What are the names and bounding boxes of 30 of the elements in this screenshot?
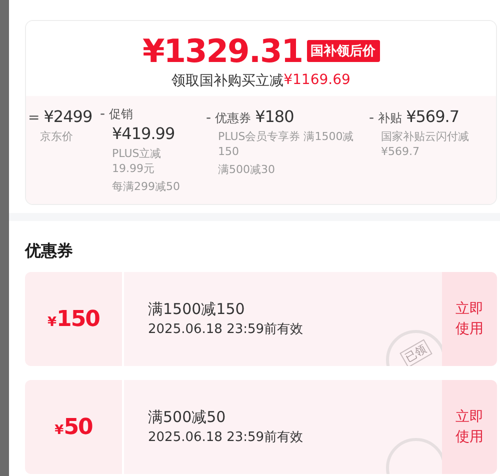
- coupon-condition: 满500减50: [148, 407, 227, 428]
- breakdown-amount: ¥419.99: [112, 124, 175, 143]
- breakdown-note: 满500减30: [218, 162, 276, 177]
- coupon-value: ¥150: [48, 306, 100, 332]
- operator-sign: =: [28, 110, 40, 126]
- breakdown-note: 每满299减50: [112, 179, 181, 194]
- breakdown-amount: ¥180: [255, 106, 294, 127]
- breakdown-amount: ¥2499: [44, 106, 92, 127]
- final-price: ¥1329.31: [142, 31, 302, 71]
- breakdown-label: 优惠券: [215, 110, 252, 127]
- breakdown-note: 京东价: [40, 129, 74, 144]
- breakdown-label: 促销: [109, 106, 134, 123]
- coupon-expiry: 2025.06.18 23:59前有效: [148, 321, 304, 339]
- coupon-expiry: 2025.06.18 23:59前有效: [148, 429, 304, 447]
- use-now-button[interactable]: 立即使用: [442, 272, 497, 366]
- breakdown-label: 补贴: [378, 110, 402, 127]
- saving-label: 领取国补购买立减: [172, 72, 284, 90]
- use-now-button[interactable]: 立即使用: [442, 380, 497, 474]
- breakdown-note: PLUS会员专享券 满1500减150: [218, 129, 355, 159]
- saving-amount: ¥1169.69: [284, 72, 350, 90]
- price-badge: 国补领后价: [306, 40, 380, 62]
- operator-sign: -: [206, 110, 212, 126]
- coupon-condition: 满1500减150: [148, 299, 246, 320]
- breakdown-amount: ¥569.7: [406, 106, 460, 127]
- coupon-value: ¥50: [54, 414, 92, 440]
- operator-sign: -: [369, 110, 374, 126]
- section-title: 优惠券: [25, 241, 74, 262]
- breakdown-note: 国家补贴云闪付减¥569.7: [381, 129, 470, 159]
- breakdown-note: PLUS立减19.99元: [112, 146, 162, 176]
- operator-sign: -: [100, 106, 106, 122]
